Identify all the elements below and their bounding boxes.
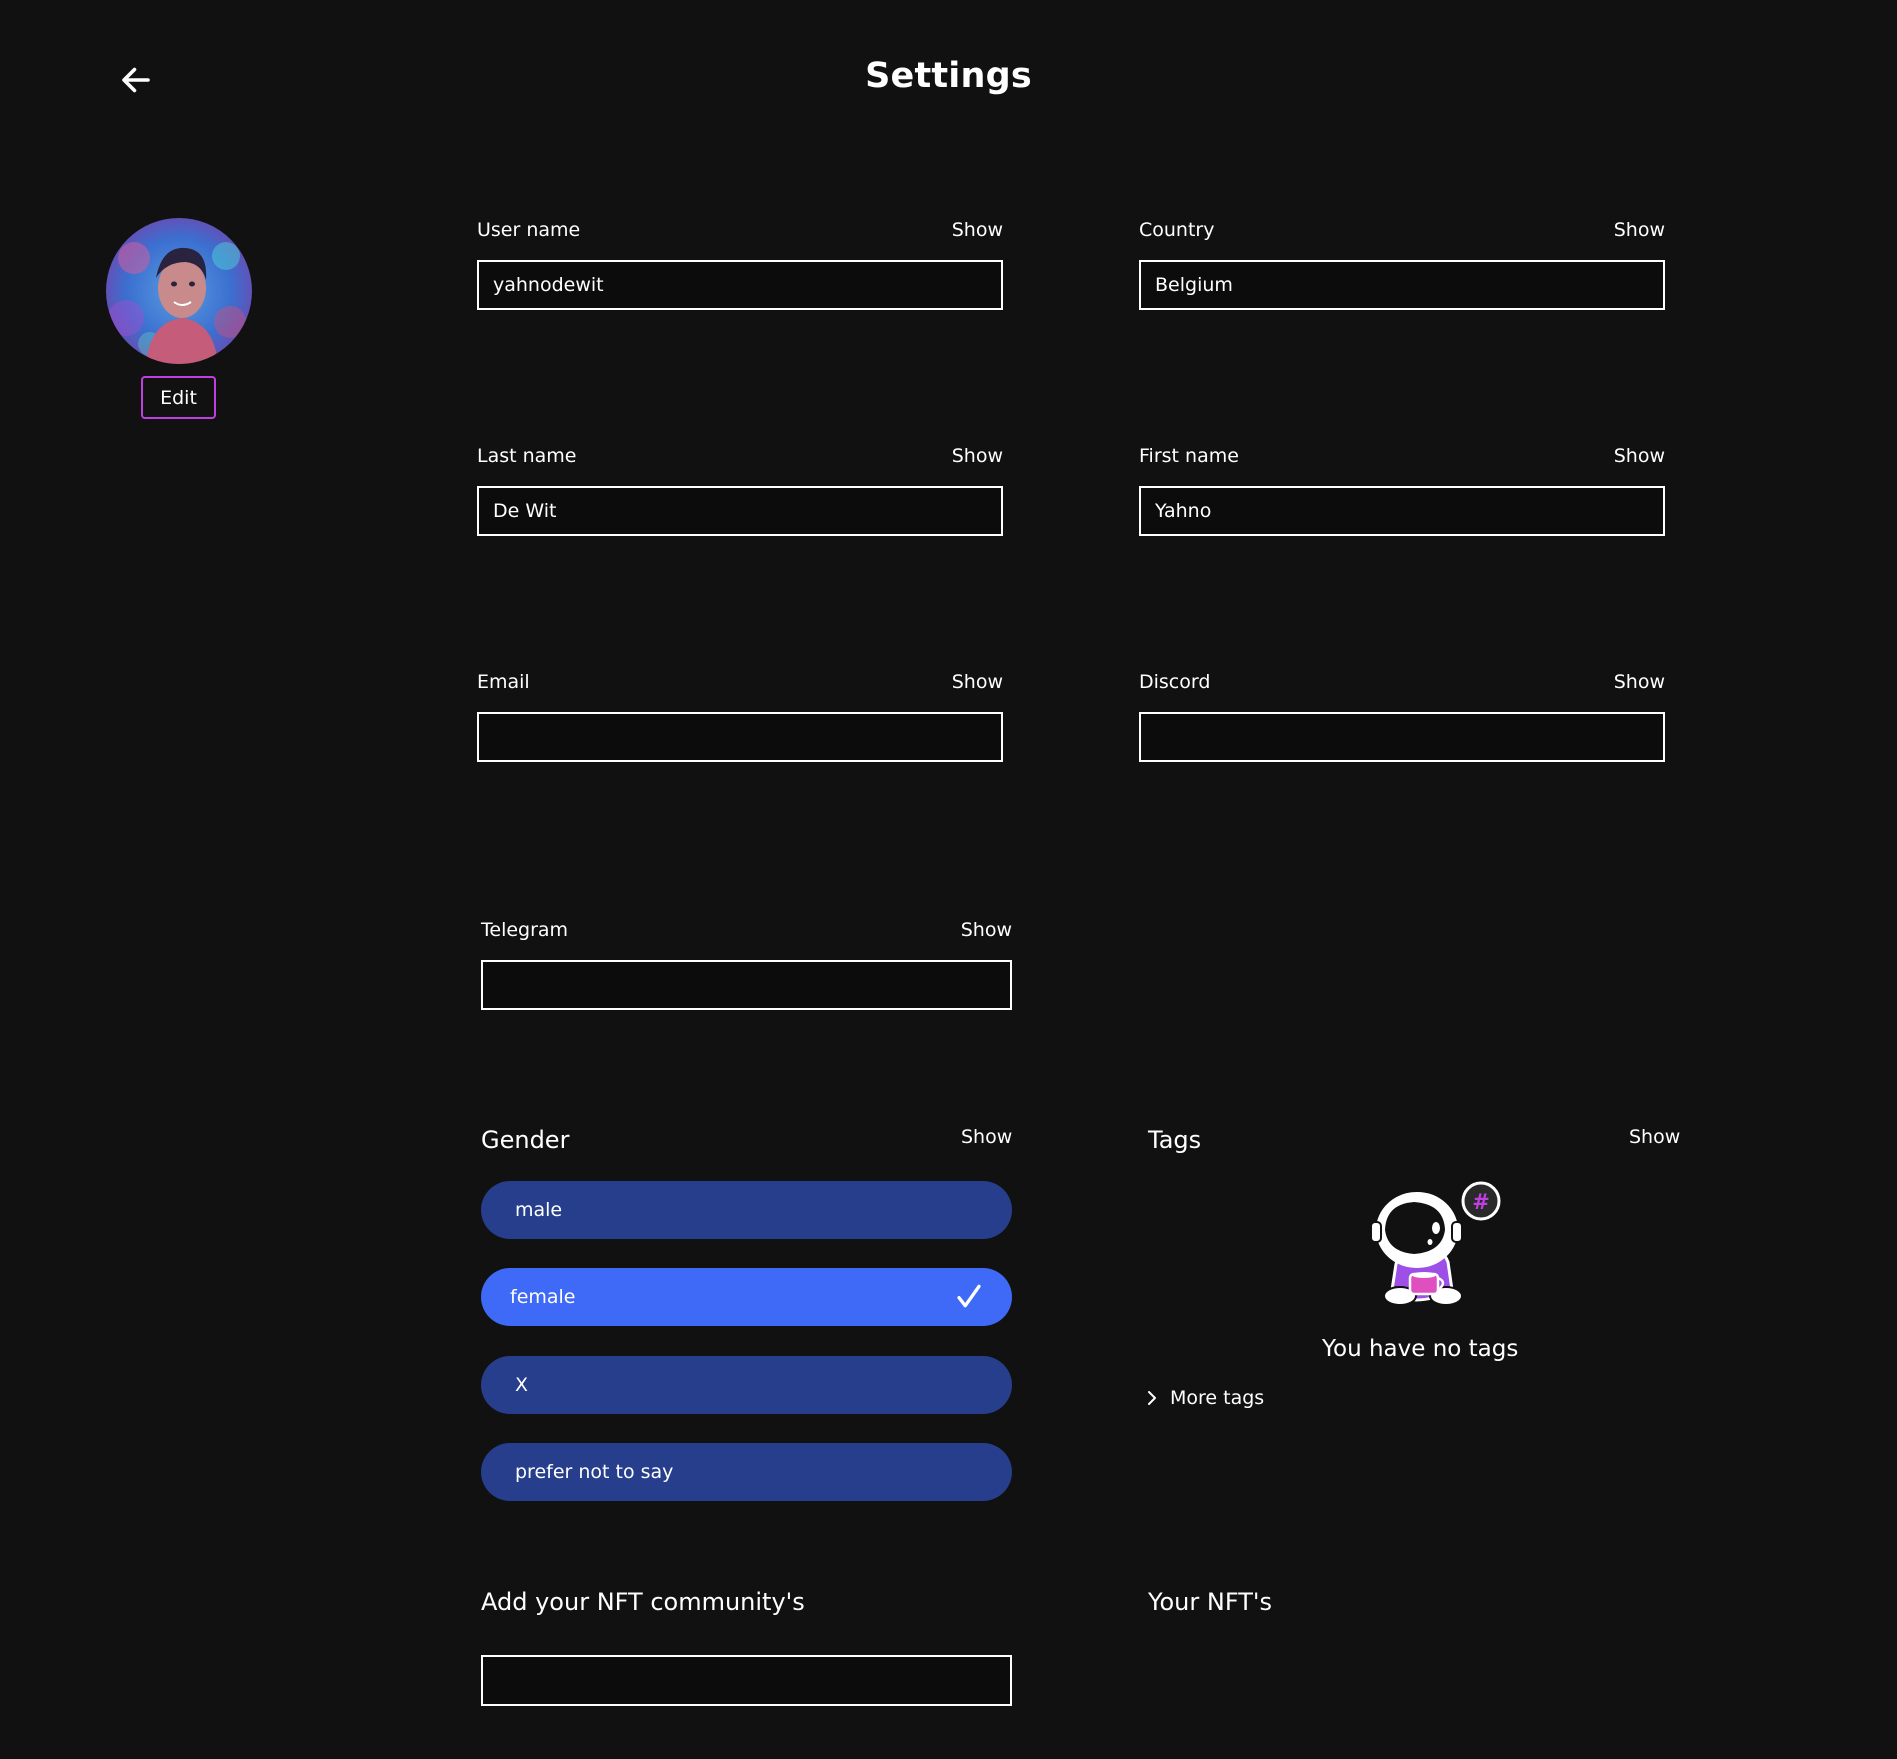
chevron-right-icon [1148,1391,1156,1405]
tags-title: Tags [1148,1126,1202,1154]
country-label: Country [1139,219,1215,241]
gender-title: Gender [481,1126,570,1154]
gender-show-toggle[interactable]: Show [961,1126,1012,1148]
field-firstname: First name Show [1139,445,1665,536]
telegram-input[interactable] [481,960,1012,1010]
firstname-show-toggle[interactable]: Show [1614,445,1665,467]
discord-input[interactable] [1139,712,1665,762]
username-label: User name [477,219,581,241]
discord-show-toggle[interactable]: Show [1614,671,1665,693]
tags-show-toggle[interactable]: Show [1629,1126,1680,1148]
discord-label: Discord [1139,671,1211,693]
lastname-label: Last name [477,445,577,467]
avatar [106,218,252,364]
gender-option-label: male [515,1199,563,1221]
page-title: Settings [865,56,1032,96]
svg-text:#: # [1472,1190,1490,1214]
nft-community-title: Add your NFT community's [481,1588,805,1616]
username-input[interactable] [477,260,1003,310]
astronaut-illustration-icon: # [1370,1181,1501,1306]
gender-option-female[interactable]: female [481,1268,1012,1326]
no-tags-message: You have no tags [1322,1336,1519,1362]
your-nfts-title: Your NFT's [1148,1588,1272,1616]
country-input[interactable] [1139,260,1665,310]
field-telegram: Telegram Show [481,919,1012,1010]
field-country: Country Show [1139,219,1665,310]
gender-option-male[interactable]: male [481,1181,1012,1239]
email-label: Email [477,671,530,693]
field-email: Email Show [477,671,1003,762]
gender-option-prefer-not[interactable]: prefer not to say [481,1443,1012,1501]
more-tags-label: More tags [1170,1387,1265,1409]
field-username: User name Show [477,219,1003,310]
firstname-label: First name [1139,445,1239,467]
username-show-toggle[interactable]: Show [952,219,1003,241]
gender-option-label: prefer not to say [515,1461,674,1483]
nft-community-input[interactable] [481,1655,1012,1706]
email-input[interactable] [477,712,1003,762]
telegram-label: Telegram [481,919,569,941]
edit-avatar-button[interactable]: Edit [141,376,216,419]
country-show-toggle[interactable]: Show [1614,219,1665,241]
more-tags-link[interactable]: More tags [1144,1387,1264,1409]
lastname-show-toggle[interactable]: Show [952,445,1003,467]
telegram-show-toggle[interactable]: Show [961,919,1012,941]
gender-option-label: X [515,1374,529,1396]
email-show-toggle[interactable]: Show [952,671,1003,693]
gender-option-x[interactable]: X [481,1356,1012,1414]
gender-option-label: female [510,1286,576,1308]
check-icon [957,1284,981,1308]
field-discord: Discord Show [1139,671,1665,762]
firstname-input[interactable] [1139,486,1665,536]
lastname-input[interactable] [477,486,1003,536]
field-lastname: Last name Show [477,445,1003,536]
